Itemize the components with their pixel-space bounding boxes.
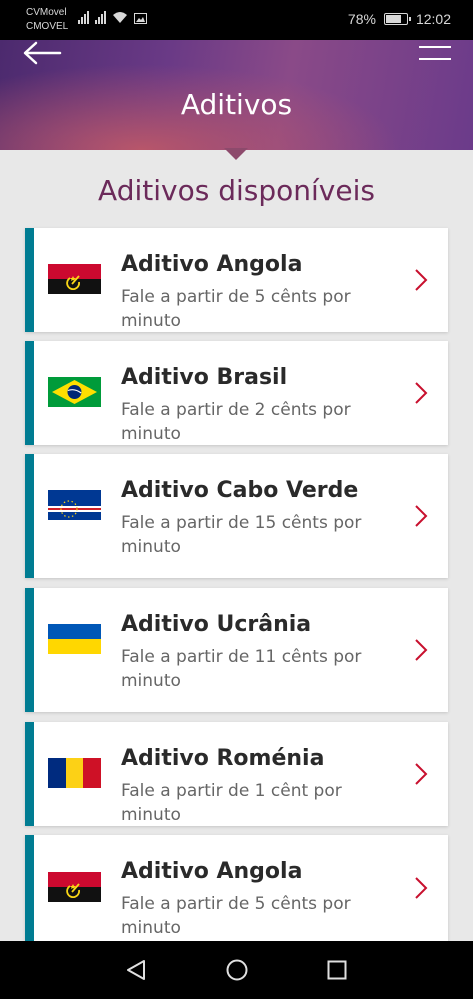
system-nav-bar — [0, 941, 473, 999]
romenia-flag-icon — [48, 758, 101, 788]
accent-bar — [25, 228, 34, 332]
carrier-2: CMOVEL — [26, 21, 69, 32]
chevron-right-icon[interactable] — [414, 381, 428, 405]
page-title: Aditivos — [180, 88, 293, 121]
carrier-1: CVMovel — [26, 7, 67, 18]
chevron-right-icon[interactable] — [414, 762, 428, 786]
accent-bar — [25, 454, 34, 578]
battery-icon — [383, 13, 411, 25]
addon-card-brasil[interactable]: Aditivo Brasil Fale a partir de 2 cênts … — [25, 341, 448, 445]
angola-flag-icon — [48, 264, 101, 294]
accent-bar — [25, 588, 34, 712]
chevron-right-icon[interactable] — [414, 876, 428, 900]
addon-card-angola-2[interactable]: Aditivo Angola Fale a partir de 5 cênts … — [25, 835, 448, 941]
chevron-right-icon[interactable] — [414, 504, 428, 528]
back-triangle-icon[interactable] — [125, 958, 147, 982]
addon-title: Aditivo Roménia — [121, 746, 325, 771]
header-pointer — [224, 148, 248, 160]
addon-subtitle: Fale a partir de 1 cênt por minuto — [121, 781, 342, 825]
addon-card-ucrania[interactable]: Aditivo Ucrânia Fale a partir de 11 cênt… — [25, 588, 448, 712]
addon-card-cabo-verde[interactable]: Aditivo Cabo Verde Fale a partir de 15 c… — [25, 454, 448, 578]
addon-subtitle: Fale a partir de 5 cênts por minuto — [121, 894, 351, 938]
addon-title: Aditivo Angola — [121, 252, 303, 277]
status-bar: CVMovel CMOVEL 78% 12:02 — [0, 0, 473, 40]
section-title: Aditivos disponíveis — [98, 174, 375, 207]
clock: 12:02 — [415, 11, 451, 27]
header-banner: Aditivos — [0, 40, 473, 150]
accent-bar — [25, 722, 34, 826]
signal-2-icon — [95, 10, 106, 24]
addon-title: Aditivo Angola — [121, 859, 303, 884]
battery-percent: 78% — [347, 11, 376, 27]
gallery-icon — [134, 13, 147, 24]
cabo-verde-flag-icon — [48, 490, 101, 520]
addon-subtitle: Fale a partir de 2 cênts por minuto — [121, 400, 351, 444]
signal-1-icon — [78, 10, 89, 24]
addon-title: Aditivo Cabo Verde — [121, 478, 359, 503]
addon-subtitle: Fale a partir de 5 cênts por minuto — [121, 287, 351, 331]
carrier-info: CVMovel CMOVEL — [26, 6, 68, 34]
angola-flag-icon — [48, 872, 101, 902]
chevron-right-icon[interactable] — [414, 268, 428, 292]
ucrania-flag-icon — [48, 624, 101, 654]
addon-subtitle: Fale a partir de 15 cênts por minuto — [121, 513, 362, 557]
recents-square-icon[interactable] — [326, 958, 348, 982]
wifi-icon — [113, 12, 127, 23]
brasil-flag-icon — [48, 377, 101, 407]
addon-title: Aditivo Brasil — [121, 365, 288, 390]
addon-subtitle: Fale a partir de 11 cênts por minuto — [121, 647, 362, 691]
accent-bar — [25, 835, 34, 941]
addon-card-angola[interactable]: Aditivo Angola Fale a partir de 5 cênts … — [25, 228, 448, 332]
home-circle-icon[interactable] — [225, 958, 249, 982]
hamburger-menu-icon[interactable] — [419, 46, 451, 62]
back-arrow-icon[interactable] — [22, 40, 62, 66]
accent-bar — [25, 341, 34, 445]
addon-title: Aditivo Ucrânia — [121, 612, 312, 637]
status-right: 78% 12:02 — [348, 11, 451, 27]
chevron-right-icon[interactable] — [414, 638, 428, 662]
status-icons — [78, 10, 147, 24]
addon-card-romenia[interactable]: Aditivo Roménia Fale a partir de 1 cênt … — [25, 722, 448, 826]
